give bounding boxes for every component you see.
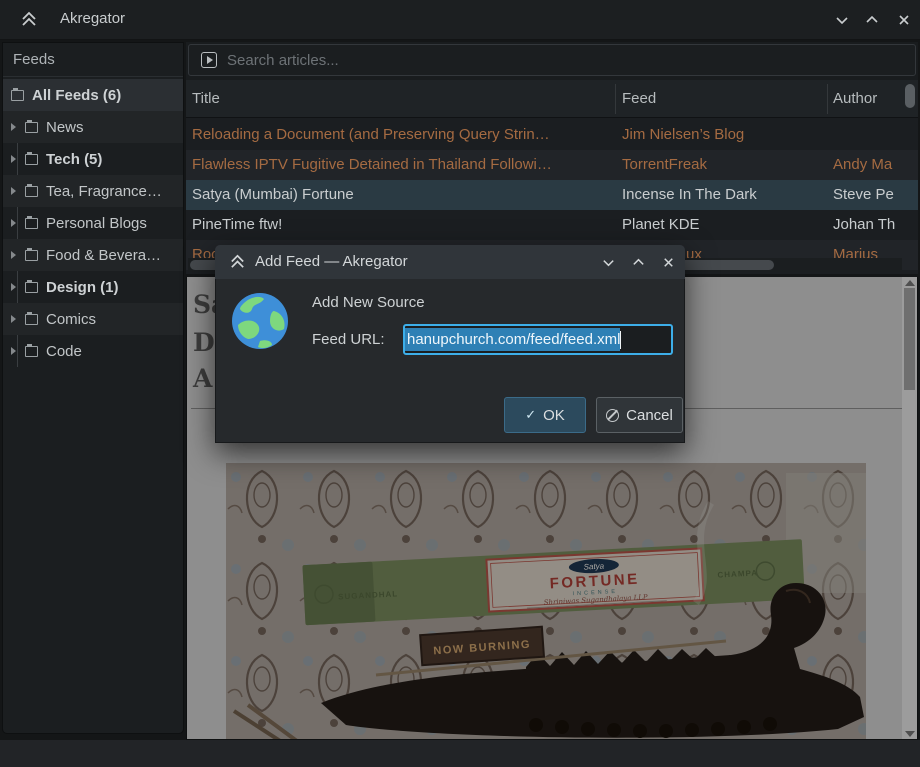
search-filter-icon xyxy=(201,52,217,68)
folder-icon xyxy=(25,250,38,261)
sidebar-item-tea-fragrance[interactable]: Tea, Fragrance… xyxy=(3,175,183,207)
chevron-right-icon[interactable] xyxy=(9,314,19,324)
feeds-header: Feeds xyxy=(3,43,183,77)
add-feed-dialog: Add Feed — Akregator Add Ne xyxy=(215,245,685,443)
vertical-scrollbar[interactable] xyxy=(904,82,916,270)
sidebar-item-design[interactable]: Design (1) xyxy=(3,271,183,303)
akregator-window: Akregator Feeds All Feeds (6) News Tech … xyxy=(0,0,920,767)
article-panel: Search articles... Title Feed Author Rel… xyxy=(186,42,918,274)
dialog-heading: Add New Source xyxy=(312,294,425,311)
selected-input-text: hanupchurch.com/feed/feed.xml xyxy=(405,328,620,351)
sidebar-item-personal-blogs[interactable]: Personal Blogs xyxy=(3,207,183,239)
desktop-strip xyxy=(0,740,920,767)
article-row[interactable]: PineTime ftw! Planet KDE Johan Th xyxy=(186,210,918,240)
window-title: Akregator xyxy=(60,10,125,27)
folder-icon xyxy=(25,282,38,293)
sidebar-item-comics[interactable]: Comics xyxy=(3,303,183,335)
column-header-title[interactable]: Title xyxy=(192,80,220,118)
text-caret xyxy=(620,331,621,349)
feed-url-input[interactable]: hanupchurch.com/feed/feed.xml xyxy=(403,324,673,355)
dialog-body: Add New Source Feed URL: hanupchurch.com… xyxy=(215,279,685,443)
feeds-sidebar: Feeds All Feeds (6) News Tech (5) Tea, F… xyxy=(2,42,184,734)
list-header: Title Feed Author xyxy=(186,80,918,118)
dialog-title: Add Feed — Akregator xyxy=(255,253,408,270)
column-separator[interactable] xyxy=(827,84,828,114)
column-header-feed[interactable]: Feed xyxy=(622,80,656,118)
dialog-close-button[interactable] xyxy=(657,251,679,273)
dialog-minimize-button[interactable] xyxy=(597,251,619,273)
article-row-selected[interactable]: Satya (Mumbai) Fortune Incense In The Da… xyxy=(186,180,918,210)
webview-scrollbar[interactable] xyxy=(902,277,917,740)
chevron-right-icon[interactable] xyxy=(9,154,19,164)
sidebar-item-news[interactable]: News xyxy=(3,111,183,143)
column-separator[interactable] xyxy=(615,84,616,114)
feed-url-label: Feed URL: xyxy=(312,331,385,348)
sidebar-item-code[interactable]: Code xyxy=(3,335,183,367)
ok-button[interactable]: ✓ OK xyxy=(504,397,586,433)
folder-icon xyxy=(25,314,38,325)
dialog-maximize-button[interactable] xyxy=(627,251,649,273)
search-placeholder: Search articles... xyxy=(227,52,339,69)
article-row[interactable]: Reloading a Document (and Preserving Que… xyxy=(186,120,918,150)
chevron-right-icon[interactable] xyxy=(9,218,19,228)
vertical-scrollbar-thumb[interactable] xyxy=(905,84,915,108)
sidebar-item-tech[interactable]: Tech (5) xyxy=(3,143,183,175)
chevron-right-icon[interactable] xyxy=(9,122,19,132)
cancel-button[interactable]: Cancel xyxy=(596,397,683,433)
article-heading-fragment: D xyxy=(193,328,215,357)
chevron-right-icon[interactable] xyxy=(9,186,19,196)
folder-icon xyxy=(25,186,38,197)
scroll-down-arrow-icon[interactable] xyxy=(905,731,915,737)
cancel-slash-icon xyxy=(606,409,619,422)
scroll-up-arrow-icon[interactable] xyxy=(905,280,915,286)
search-input[interactable]: Search articles... xyxy=(188,44,916,76)
sidebar-item-all-feeds[interactable]: All Feeds (6) xyxy=(3,79,183,111)
folder-icon xyxy=(25,154,38,165)
sidebar-item-food-beverage[interactable]: Food & Bevera… xyxy=(3,239,183,271)
chevron-right-icon[interactable] xyxy=(9,346,19,356)
folder-icon xyxy=(25,218,38,229)
article-photo-incense: SUGANDHAL CHAMPA Satya FORTUNE INCENSE S… xyxy=(226,463,866,740)
column-header-author[interactable]: Author xyxy=(833,80,877,118)
folder-icon xyxy=(25,122,38,133)
minimize-button[interactable] xyxy=(831,9,853,31)
checkmark-icon: ✓ xyxy=(525,407,536,423)
keep-above-icon xyxy=(229,253,246,275)
webview-scrollbar-thumb[interactable] xyxy=(904,288,915,390)
globe-icon xyxy=(230,291,290,356)
dialog-titlebar[interactable]: Add Feed — Akregator xyxy=(215,245,685,279)
chevron-right-icon[interactable] xyxy=(9,282,19,292)
chevron-right-icon[interactable] xyxy=(9,250,19,260)
titlebar[interactable]: Akregator xyxy=(0,0,920,40)
article-heading-fragment: A xyxy=(193,364,212,393)
folder-icon xyxy=(11,90,24,101)
article-row[interactable]: Flawless IPTV Fugitive Detained in Thail… xyxy=(186,150,918,180)
maximize-button[interactable] xyxy=(861,9,883,31)
close-button[interactable] xyxy=(893,9,915,31)
folder-icon xyxy=(25,346,38,357)
keep-above-icon xyxy=(20,10,38,33)
